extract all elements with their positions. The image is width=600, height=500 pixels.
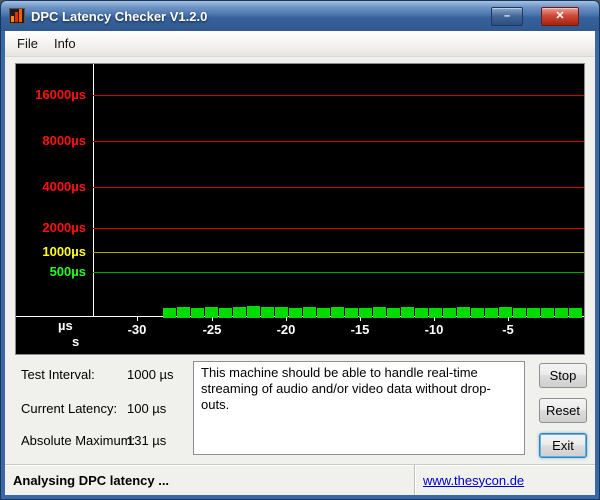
gridline-label-8000us: 8000µs (16, 133, 86, 148)
y-axis-line (93, 64, 94, 317)
x-tick-mark (434, 317, 435, 321)
menubar: File Info (5, 31, 595, 57)
latency-bar (513, 308, 526, 318)
stop-button[interactable]: Stop (539, 363, 587, 388)
titlebar[interactable]: DPC Latency Checker V1.2.0 – ✕ (1, 1, 599, 31)
latency-bar (247, 306, 260, 318)
client-area: File Info µs s 16000µs 8000µs 4000µs 2000µs… (5, 31, 595, 495)
x-tick-mark (508, 317, 509, 321)
latency-bar (471, 308, 484, 318)
latency-bar (485, 308, 498, 318)
thesycon-link[interactable]: www.thesycon.de (423, 473, 524, 488)
current-latency-label: Current Latency: (21, 401, 117, 416)
minimize-icon: – (504, 11, 510, 22)
x-tick-mark (212, 317, 213, 321)
gridline-2000us (93, 228, 584, 229)
absolute-maximum-label: Absolute Maximum: (21, 433, 135, 448)
gridline-4000us (93, 187, 584, 188)
latency-bar (443, 308, 456, 318)
chart-plot: µs s 16000µs 8000µs 4000µs 2000µs 1000µs 500µ… (16, 64, 584, 354)
close-button[interactable]: ✕ (541, 7, 579, 26)
latency-bar (219, 308, 232, 318)
gridline-8000us (93, 141, 584, 142)
latency-bar (387, 308, 400, 318)
latency-bar (569, 308, 582, 318)
x-axis-unit-s: s (72, 334, 79, 349)
assessment-message: This machine should be able to handle re… (193, 361, 525, 455)
close-icon: ✕ (555, 11, 564, 22)
gridline-label-500us: 500µs (16, 264, 86, 279)
x-tick-label: -15 (351, 322, 370, 337)
app-window: DPC Latency Checker V1.2.0 – ✕ File Info… (0, 0, 600, 500)
reset-button[interactable]: Reset (539, 398, 587, 423)
x-tick-label: -30 (128, 322, 147, 337)
x-tick-mark (137, 317, 138, 321)
x-tick-label: -10 (425, 322, 444, 337)
status-bar: Analysing DPC latency ... www.thesycon.d… (5, 464, 595, 495)
x-tick-mark (286, 317, 287, 321)
x-axis-unit-us: µs (58, 318, 73, 333)
menu-file[interactable]: File (9, 33, 46, 54)
absolute-maximum-value: 131 µs (127, 433, 166, 448)
latency-bar (373, 307, 386, 318)
latency-bar (317, 308, 330, 318)
x-tick-label: -5 (502, 322, 514, 337)
latency-bars (163, 306, 582, 318)
latency-bar (331, 307, 344, 318)
latency-bar (303, 307, 316, 318)
latency-bar (233, 307, 246, 318)
latency-bar (289, 308, 302, 318)
stats-panel: Test Interval: 1000 µs Current Latency: … (15, 359, 585, 464)
gridline-label-1000us: 1000µs (16, 244, 86, 259)
test-interval-value: 1000 µs (127, 367, 174, 382)
latency-bar (191, 308, 204, 318)
latency-bar (177, 307, 190, 318)
latency-bar (527, 308, 540, 318)
gridline-label-16000us: 16000µs (16, 87, 86, 102)
window-title: DPC Latency Checker V1.2.0 (31, 9, 207, 24)
latency-bar (345, 308, 358, 318)
x-tick-mark (360, 317, 361, 321)
current-latency-value: 100 µs (127, 401, 166, 416)
gridline-1000us (93, 252, 584, 253)
gridline-label-4000us: 4000µs (16, 179, 86, 194)
gridline-16000us (93, 95, 584, 96)
status-text: Analysing DPC latency ... (5, 473, 414, 488)
x-tick-label: -25 (203, 322, 222, 337)
menu-info[interactable]: Info (46, 33, 84, 54)
latency-bar (429, 308, 442, 318)
latency-bar (163, 308, 176, 318)
latency-bar (499, 307, 512, 318)
latency-bar (401, 307, 414, 318)
status-link-pane: www.thesycon.de (414, 465, 595, 495)
latency-bar (541, 308, 554, 318)
latency-bar (261, 307, 274, 318)
latency-chart: µs s 16000µs 8000µs 4000µs 2000µs 1000µs 500µ… (15, 63, 585, 355)
gridline-500us (93, 272, 584, 273)
latency-bar (415, 308, 428, 318)
minimize-button[interactable]: – (491, 7, 523, 26)
test-interval-label: Test Interval: (21, 367, 95, 382)
gridline-label-2000us: 2000µs (16, 220, 86, 235)
exit-button[interactable]: Exit (539, 433, 587, 458)
latency-bar (555, 308, 568, 318)
app-icon (9, 8, 25, 24)
x-tick-label: -20 (277, 322, 296, 337)
latency-bar (457, 307, 470, 318)
